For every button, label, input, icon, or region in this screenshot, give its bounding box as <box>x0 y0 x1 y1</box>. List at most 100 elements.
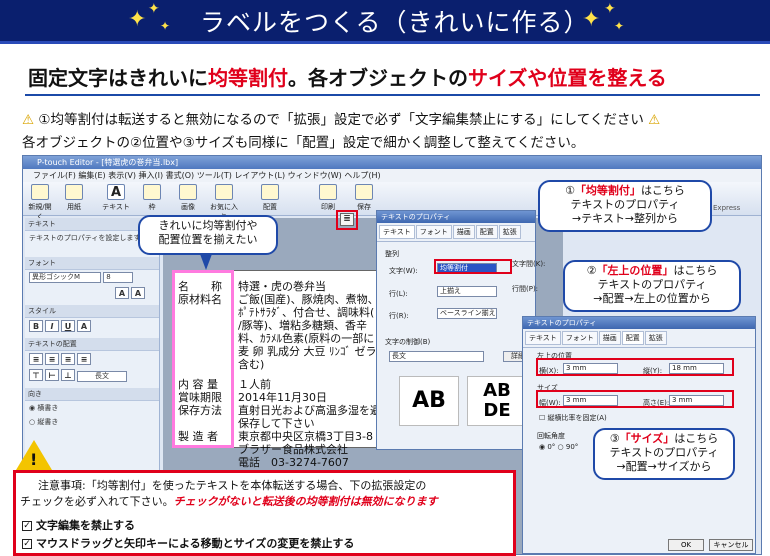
long-text-select[interactable]: 長文 <box>77 370 127 382</box>
sparkle-icon: ✦ <box>614 19 625 33</box>
printer-icon <box>319 184 337 200</box>
align-top-button[interactable]: ⊤ <box>29 369 43 381</box>
label-col2-row5: 料、ｶﾗﾒﾙ色素(原料の一部に <box>238 332 375 345</box>
dialog1-ctrl-heading: 文字の制御(B) <box>385 338 431 346</box>
layout-button[interactable]: 配置 <box>255 184 285 212</box>
sparkle-icon: ✦ <box>582 7 601 32</box>
print-button[interactable]: 印刷 <box>313 184 343 212</box>
subtitle-underline <box>25 94 760 96</box>
paper-button[interactable]: 用紙 <box>59 184 89 212</box>
align-center-button[interactable]: ≡ <box>45 353 59 365</box>
distribute-icon[interactable]: ≣ <box>340 213 354 226</box>
sparkle-icon: ✦ <box>604 1 616 17</box>
caution-note-box: 注意事項:「均等割付」を使ったテキストを本体転送する場合、下の拡張設定の チェッ… <box>13 470 516 556</box>
align-buttons: ≡ ≡ ≡ ≡ <box>25 351 159 367</box>
callout-justify: ①「均等割付」はこちら テキストのプロパティ →テキスト→整列から <box>538 180 712 232</box>
save-button[interactable]: 保存 <box>349 184 379 212</box>
subtitle: 固定文字はきれいに均等割付。各オブジェクトのサイズや位置を整える <box>28 66 667 90</box>
dialog2-tab-draw[interactable]: 描画 <box>598 331 621 345</box>
check-icon: ✓ <box>22 521 32 531</box>
dialog1-tab-draw[interactable]: 描画 <box>452 225 475 239</box>
dialog1-moji-label: 文字(W): <box>389 267 418 275</box>
label-col3-row3: 保存方法 <box>178 404 222 417</box>
note-line-2: チェックを必ず入れて下さい。チェックがないと転送後の均等割付は無効になります <box>20 495 438 508</box>
dialog1-align-heading: 整列 <box>385 250 399 258</box>
frame-style-button[interactable]: A <box>77 320 91 332</box>
align-justify-button[interactable]: ≡ <box>77 353 91 365</box>
image-button[interactable]: 画像 <box>173 184 203 212</box>
text-control-select[interactable]: 長文 <box>389 351 484 362</box>
note-check-1: ✓ 文字編集を禁止する <box>22 519 135 532</box>
dialog2-tab-text[interactable]: テキスト <box>525 331 561 345</box>
text-button[interactable]: A テキスト <box>101 184 131 212</box>
new-open-button[interactable]: 新規/開く <box>25 184 55 222</box>
preview-ab-2: AB DE <box>467 376 527 426</box>
bold-button[interactable]: B <box>29 320 43 332</box>
label-col4-row4: 保存して下さい <box>238 417 315 430</box>
dialog1-tab-layout[interactable]: 配置 <box>475 225 498 239</box>
sidebar-font-heading: フォント <box>25 257 159 270</box>
font-name-select[interactable]: 異形ゴシックM <box>29 272 101 283</box>
dialog1-tab-text[interactable]: テキスト <box>379 225 415 239</box>
dialog1-gyo-row: 上揃え <box>437 286 497 297</box>
express-mode-label[interactable]: Express <box>713 204 740 212</box>
sparkle-icon: ✦ <box>128 7 147 32</box>
sidebar-direction-heading: 向き <box>25 387 159 401</box>
label-col4-row7: 電話 03-3274-7607 <box>238 456 349 469</box>
align-left-button[interactable]: ≡ <box>29 353 43 365</box>
label-col1-row1: 名 称 <box>178 280 222 293</box>
sparkle-icon: ✦ <box>160 19 171 33</box>
label-col4-row3: 直射日光および高温多湿を避 <box>238 404 381 417</box>
label-col4-row6: ブラザー食品株式会社 <box>238 443 348 456</box>
caution-mark: ! <box>30 450 38 469</box>
direction-vertical[interactable]: ○ 縦書き <box>25 415 159 429</box>
sparkle-icon: ✦ <box>148 1 160 17</box>
dialog1-tab-extend[interactable]: 拡張 <box>498 225 521 239</box>
font-grow-button[interactable]: A <box>115 287 129 299</box>
callout-want-tail <box>200 254 212 270</box>
size-highlight <box>536 390 734 408</box>
frame-icon <box>143 184 161 200</box>
align-middle-button[interactable]: ⊢ <box>45 369 59 381</box>
dialog2-tab-layout[interactable]: 配置 <box>621 331 644 345</box>
font-size-select[interactable]: 8 <box>103 272 134 283</box>
label-col2-row2: ご飯(国産)、豚焼肉、煮物、 <box>238 293 379 306</box>
label-col3-row1: 内 容 量 <box>178 378 218 391</box>
warning-icon: ⚠ <box>648 112 661 128</box>
dialog2-tab-font[interactable]: フォント <box>561 331 598 345</box>
align-bottom-button[interactable]: ⊥ <box>61 369 75 381</box>
note-line-1: 注意事項:「均等割付」を使ったテキストを本体転送する場合、下の拡張設定の <box>38 479 427 492</box>
callout-size: ③「サイズ」はこちら テキストのプロパティ →配置→サイズから <box>593 428 735 480</box>
sidebar-align-heading: テキストの配置 <box>25 338 159 351</box>
dialog1-retsu-label: 行(R): <box>389 312 409 320</box>
align-right-button[interactable]: ≡ <box>61 353 75 365</box>
text-a-icon: A <box>107 184 125 200</box>
star-icon <box>215 184 233 200</box>
dialog2-tabs: テキスト フォント 描画 配置 拡張 <box>523 329 755 348</box>
direction-horizontal[interactable]: ◉ 横書き <box>25 401 159 415</box>
dialog1-retsu-row: ベースライン揃え <box>437 308 497 319</box>
dialog1-gyo-label: 行(L): <box>389 290 408 298</box>
keep-ratio-checkbox[interactable]: ☐ 縦横比率を固定(A) <box>539 413 607 423</box>
underline-button[interactable]: U <box>61 320 75 332</box>
baseline-select[interactable]: ベースライン揃え <box>437 308 497 319</box>
label-col3-row2: 賞味期限 <box>178 391 222 404</box>
dialog1-tab-font[interactable]: フォント <box>415 225 452 239</box>
paper-icon <box>65 184 83 200</box>
callout-want: きれいに均等割付や 配置位置を揃えたい <box>138 215 278 255</box>
dialog1-mojima-label: 文字間(K): <box>512 260 546 268</box>
cancel-button[interactable]: キャンセル <box>709 539 753 551</box>
frame-button[interactable]: 枠 <box>137 184 167 212</box>
rotation-options[interactable]: ◉ 0° ○ 90° <box>539 443 578 451</box>
position-highlight <box>536 358 734 376</box>
ok-button[interactable]: OK <box>668 539 704 551</box>
dialog2-tab-extend[interactable]: 拡張 <box>644 331 667 345</box>
floppy-icon <box>355 184 373 200</box>
font-shrink-button[interactable]: A <box>131 287 145 299</box>
italic-button[interactable]: I <box>45 320 59 332</box>
warning-line-1: ⚠ ①均等割付は転送すると無効になるので「拡張」設定で必ず「文字編集禁止にする」… <box>22 112 661 128</box>
label-col2-row7: 含む) <box>238 358 265 371</box>
window-titlebar: P-touch Editor - [特選虎の巻弁当.lbx] <box>23 156 761 169</box>
label-col2-row4: /豚等)、増粘多糖類、香辛 <box>238 319 367 332</box>
gyo-align-select[interactable]: 上揃え <box>437 286 497 297</box>
